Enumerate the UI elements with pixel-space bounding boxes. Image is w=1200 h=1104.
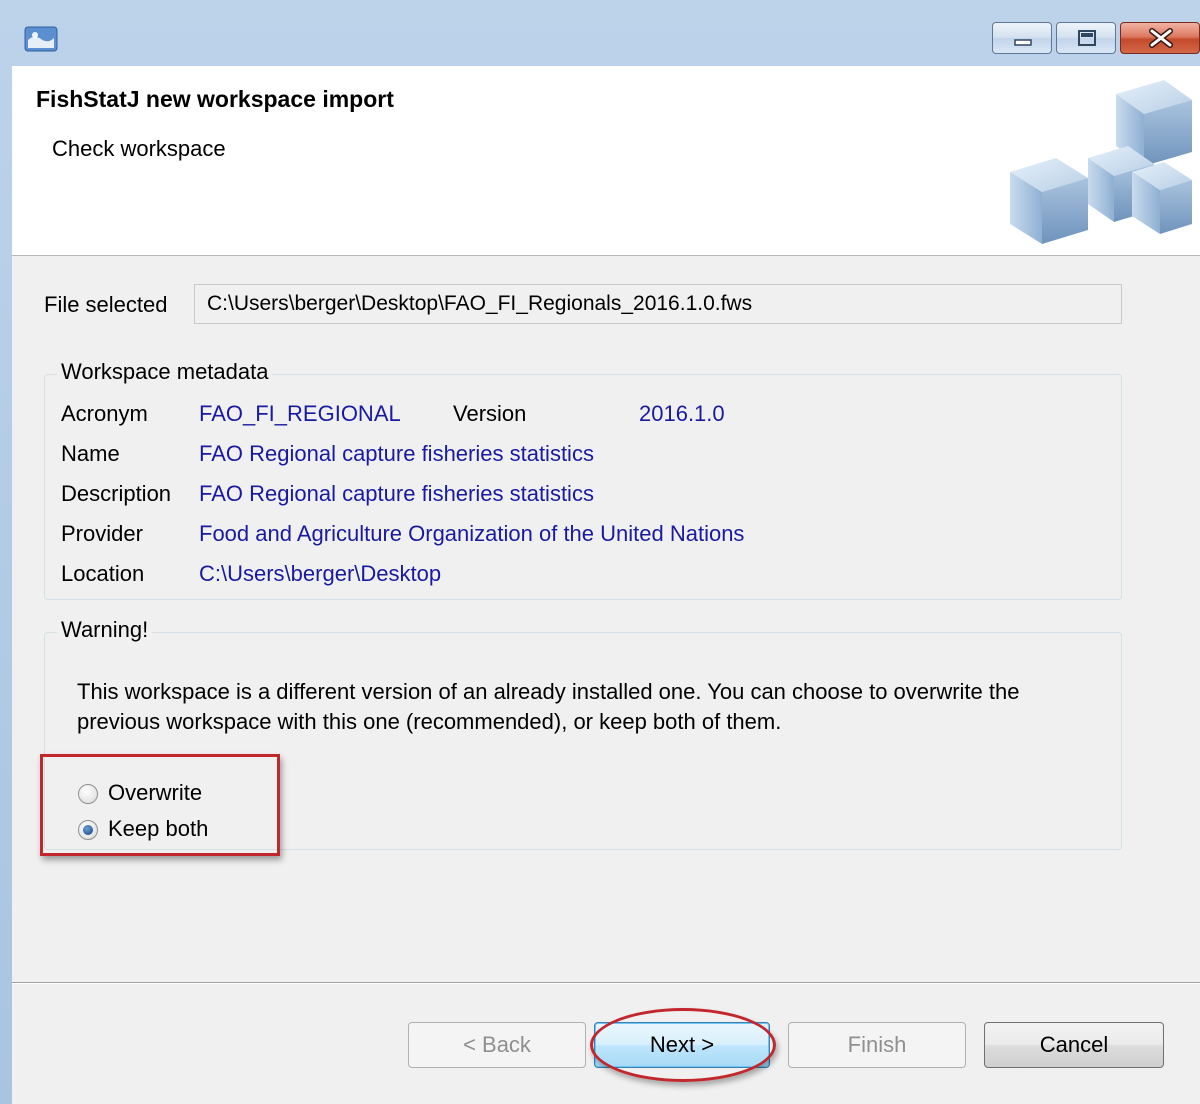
wizard-content: File selected C:\Users\berger\Desktop\FA… [12,256,1200,1104]
location-value: C:\Users\berger\Desktop [199,561,442,586]
minimize-icon [1014,39,1032,46]
cancel-button[interactable]: Cancel [984,1022,1164,1068]
location-label: Location [61,561,145,586]
acronym-value: FAO_FI_REGIONAL [199,401,401,426]
close-icon [1149,28,1173,48]
finish-button[interactable]: Finish [788,1022,966,1068]
cubes-icon [1010,80,1192,244]
warning-message-line1: This workspace is a different version of… [77,679,1020,704]
name-label: Name [61,441,120,466]
wizard-window: FishStatJ new workspace import Check wor… [0,0,1200,1104]
app-icon [24,26,58,52]
warning-legend: Warning! [57,617,153,643]
next-button-highlight [590,1008,776,1082]
button-bar-separator [12,982,1200,984]
version-label: Version [453,401,527,426]
description-label: Description [61,481,172,506]
radio-options-highlight [40,754,280,856]
provider-value: Food and Agriculture Organization of the… [199,521,745,546]
version-value: 2016.1.0 [639,401,725,426]
maximize-icon [1078,30,1096,46]
name-value: FAO Regional capture fisheries statistic… [199,441,594,466]
wizard-subtitle: Check workspace [52,136,226,161]
back-button[interactable]: < Back [408,1022,586,1068]
file-selected-label: File selected [44,292,168,317]
description-value: FAO Regional capture fisheries statistic… [199,481,594,506]
maximize-button[interactable] [1056,22,1116,54]
workspace-metadata-group: Workspace metadata Acronym FAO_FI_REGION… [44,359,1122,600]
acronym-label: Acronym [61,401,148,426]
wizard-header: FishStatJ new workspace import Check wor… [12,66,1200,256]
minimize-button[interactable] [992,22,1052,54]
warning-message-line2: previous workspace with this one (recomm… [77,709,782,734]
title-bar [0,0,1200,66]
close-button[interactable] [1120,22,1200,54]
provider-label: Provider [61,521,143,546]
file-selected-field[interactable]: C:\Users\berger\Desktop\FAO_FI_Regionals… [194,284,1122,324]
workspace-metadata-legend: Workspace metadata [57,359,273,385]
wizard-title: FishStatJ new workspace import [36,86,394,112]
